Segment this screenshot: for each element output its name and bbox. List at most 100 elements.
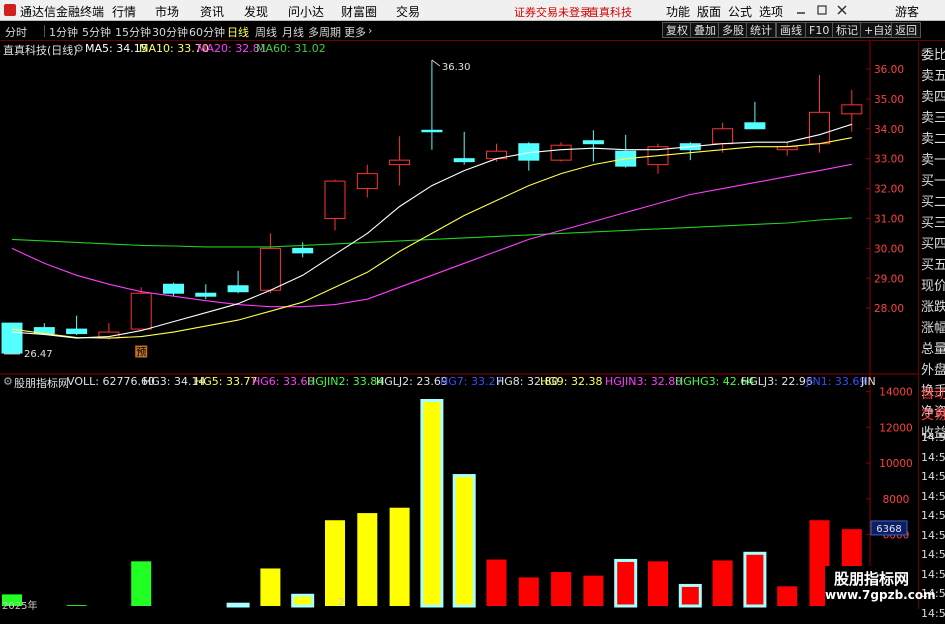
close-icon[interactable] bbox=[836, 4, 848, 16]
quote-label: 卖五 bbox=[921, 69, 945, 84]
candle-body-up bbox=[324, 180, 346, 219]
overlay-button[interactable]: 叠加 bbox=[690, 22, 720, 38]
indicator-item: VOLL: 62776.60 bbox=[67, 375, 155, 388]
f10-button[interactable]: F10 bbox=[805, 22, 834, 38]
adjust-button[interactable]: 复权 bbox=[662, 22, 692, 38]
candle bbox=[841, 89, 863, 132]
tab-more[interactable]: 更多 bbox=[344, 24, 366, 40]
menu-item-function[interactable]: 功能 bbox=[666, 3, 690, 20]
user-label[interactable]: 游客 bbox=[895, 3, 919, 20]
volume-bar bbox=[291, 593, 315, 608]
draw-line-button[interactable]: 画线 bbox=[776, 22, 806, 38]
ma60-label: MA60: 31.02 bbox=[256, 42, 326, 55]
volume-tick-label: 8000 bbox=[883, 494, 910, 506]
candle bbox=[679, 142, 701, 161]
auto-trade-label[interactable]: 自动 bbox=[921, 384, 945, 405]
tab-15min[interactable]: 15分钟 bbox=[115, 24, 151, 40]
tab-5min[interactable]: 5分钟 bbox=[82, 24, 111, 40]
current-volume-label: 6368 bbox=[876, 524, 901, 535]
volume-bar-fill bbox=[712, 560, 733, 606]
candle-body-down bbox=[163, 283, 184, 294]
kline-chart[interactable]: 36.00 35.00 34.00 33.00 32.00 31.00 30.00 29.00… bbox=[0, 41, 918, 609]
candle-body-up bbox=[389, 159, 411, 166]
price-tick-label: 33.00 bbox=[874, 154, 904, 166]
volume-bar bbox=[486, 559, 507, 606]
indicator-item: HGJIN3: 32.80 bbox=[605, 375, 683, 388]
multi-stock-button[interactable]: 多股 bbox=[718, 22, 748, 38]
tab-30min[interactable]: 30分钟 bbox=[152, 24, 188, 40]
tab-daily[interactable]: 日线 bbox=[227, 24, 249, 40]
candle-body-up bbox=[550, 144, 572, 161]
tab-intraday[interactable]: 分时 bbox=[5, 24, 27, 40]
ma60-line bbox=[11, 217, 852, 248]
volume-bar-fill bbox=[389, 507, 410, 606]
volume-bar-fill bbox=[357, 513, 378, 606]
tab-1min[interactable]: 1分钟 bbox=[49, 24, 78, 40]
watermark-url: www.7gpzb.com bbox=[825, 588, 936, 602]
candle-body-down bbox=[421, 129, 443, 133]
candle bbox=[582, 130, 604, 162]
volume-bar bbox=[518, 577, 539, 606]
menu-item-quotes[interactable]: 行情 bbox=[112, 3, 136, 20]
menu-bar: 通达信金融终端 行情 市场 资讯 发现 问小达 财富圈 交易 证券交易未登录 直… bbox=[0, 0, 945, 21]
trade-time: 14:56 bbox=[921, 528, 945, 542]
indicator-legend: ⚙ 股朋指标网 VOLL: 62776.60 HG3: 34.14 HG5: 33.77… bbox=[0, 374, 880, 388]
quote-label: 总量 bbox=[921, 342, 945, 357]
menu-item-formula[interactable]: 公式 bbox=[728, 3, 752, 20]
quote-label: 涨跌 bbox=[921, 300, 945, 315]
price-tick-label: 35.00 bbox=[874, 94, 904, 106]
back-button[interactable]: 返回 bbox=[891, 22, 921, 38]
volume-plot bbox=[2, 399, 862, 608]
settings-icon[interactable]: ⚙ bbox=[74, 42, 84, 55]
ma10-name: MA10 bbox=[139, 42, 171, 55]
candle-body-up bbox=[259, 247, 281, 291]
chevron-right-icon[interactable]: › bbox=[368, 24, 372, 37]
menu-item-ask[interactable]: 问小达 bbox=[288, 3, 324, 20]
menu-item-options[interactable]: 选项 bbox=[759, 3, 783, 20]
price-tick-label: 28.00 bbox=[874, 303, 904, 315]
menu-item-news[interactable]: 资讯 bbox=[200, 3, 224, 20]
indicator-item: HG6: 33.60 bbox=[252, 375, 315, 388]
menu-item-layout[interactable]: 版面 bbox=[697, 3, 721, 20]
menu-item-market[interactable]: 市场 bbox=[155, 3, 179, 20]
forecast-marker[interactable]: 预 bbox=[135, 345, 148, 359]
menu-item-trade[interactable]: 交易 bbox=[396, 3, 420, 20]
login-warning[interactable]: 证券交易未登录 bbox=[514, 4, 591, 20]
menu-item-discover[interactable]: 发现 bbox=[244, 3, 268, 20]
volume-bar bbox=[325, 520, 345, 606]
quote-label: 涨幅 bbox=[921, 321, 945, 336]
price-tick-label: 36.00 bbox=[874, 64, 904, 76]
quote-sidebar: 委比 卖五 卖四 卖三 卖二 卖一 买一 买二 买三 买四 买五 现价 涨跌 涨幅 总量 外盘 换手 净资 收益 自动… bbox=[918, 42, 945, 620]
tab-60min[interactable]: 60分钟 bbox=[189, 24, 225, 40]
candle-body-up bbox=[130, 292, 152, 330]
mark-button[interactable]: 标记 bbox=[832, 22, 862, 38]
trade-time: 14:56 bbox=[921, 509, 945, 522]
candle bbox=[66, 315, 88, 336]
tab-monthly[interactable]: 月线 bbox=[282, 24, 304, 40]
volume-bar-fill bbox=[292, 595, 313, 606]
volume-bar-fill bbox=[648, 561, 668, 606]
volume-bar bbox=[357, 513, 378, 606]
trade-time: 14:56 bbox=[921, 567, 945, 581]
price-tick-label: 29.00 bbox=[874, 273, 904, 285]
minimize-icon[interactable] bbox=[795, 4, 807, 16]
candle bbox=[227, 270, 249, 294]
volume-bar bbox=[260, 568, 281, 606]
candle bbox=[809, 74, 830, 153]
date-label-month: 2 bbox=[338, 597, 345, 608]
maximize-icon[interactable] bbox=[816, 4, 828, 16]
app-logo-icon bbox=[4, 4, 16, 16]
trade-label[interactable]: 交易 bbox=[921, 405, 945, 426]
tab-weekly[interactable]: 周线 bbox=[255, 24, 277, 40]
volume-bar bbox=[743, 551, 767, 608]
volume-bar-fill bbox=[518, 577, 539, 606]
volume-bar-fill bbox=[777, 586, 798, 606]
tab-multi-period[interactable]: 多周期 bbox=[308, 24, 341, 40]
indicator-settings-icon[interactable]: ⚙ bbox=[3, 375, 13, 388]
volume-tick-label: 10000 bbox=[879, 458, 912, 470]
quote-label: 委比 bbox=[921, 48, 945, 63]
candle bbox=[647, 143, 669, 174]
statistics-button[interactable]: 统计 bbox=[746, 22, 776, 38]
candle-body-up bbox=[712, 128, 734, 145]
menu-item-wealth[interactable]: 财富圈 bbox=[341, 3, 377, 20]
